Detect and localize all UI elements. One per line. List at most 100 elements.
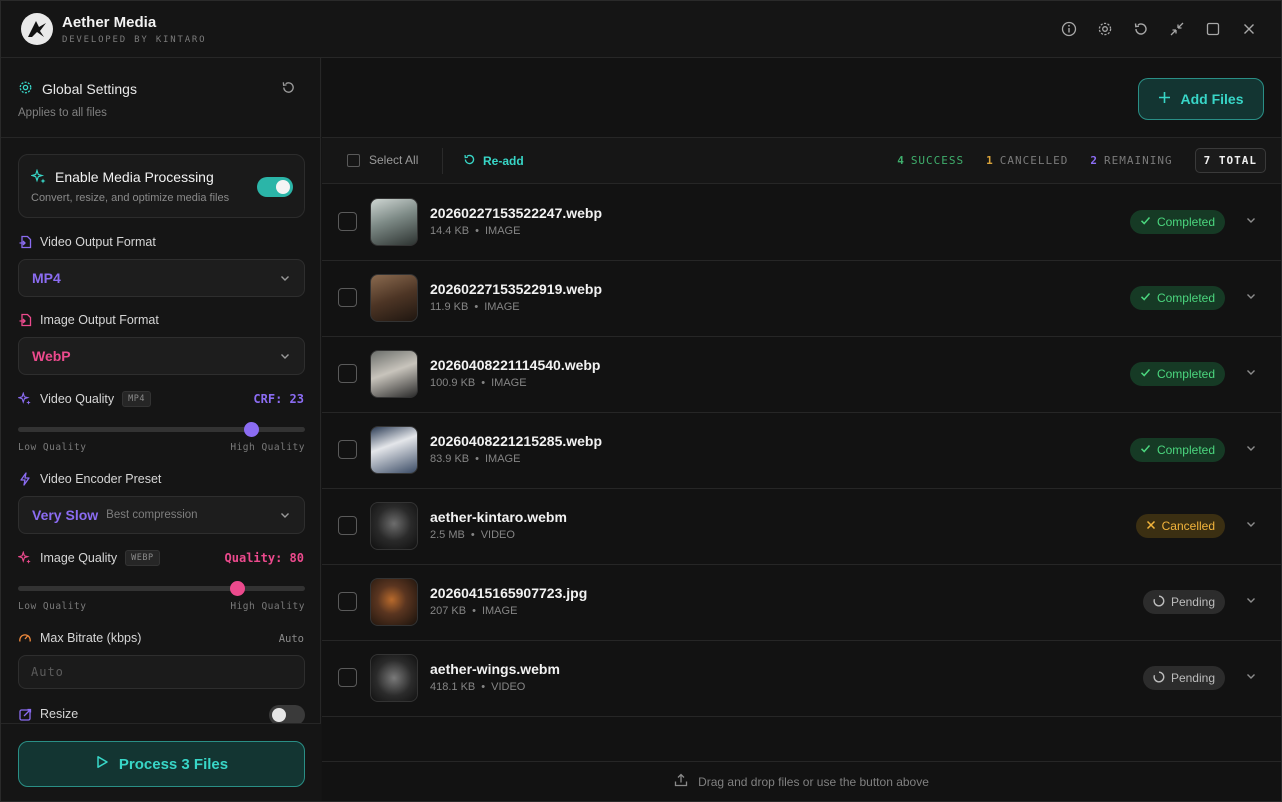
video-quality-slider[interactable] — [18, 422, 305, 437]
file-size: 418.1 KB — [430, 681, 476, 693]
window-controls — [1059, 18, 1259, 40]
file-checkbox[interactable] — [338, 364, 357, 383]
file-checkbox[interactable] — [338, 592, 357, 611]
high-quality-label: High Quality — [230, 601, 305, 612]
file-list: 20260227153522247.webp 14.4 KB • IMAGE Compl… — [322, 185, 1281, 717]
chevron-down-icon[interactable] — [1245, 290, 1257, 305]
chevron-down-icon[interactable] — [1245, 670, 1257, 685]
sparkles-icon — [29, 168, 47, 188]
file-checkbox[interactable] — [338, 440, 357, 459]
file-type: IMAGE — [491, 377, 527, 389]
status-badge: Cancelled — [1135, 514, 1225, 538]
select-all-checkbox[interactable] — [347, 153, 360, 167]
stat-remaining: 2 REMAINING — [1090, 154, 1173, 167]
video-quality-label: Video Quality MP4 — [18, 391, 151, 407]
file-checkbox[interactable] — [338, 668, 357, 687]
gear-icon — [18, 80, 33, 98]
low-quality-label: Low Quality — [18, 601, 87, 612]
divider — [1, 137, 321, 138]
refresh-icon[interactable] — [1131, 18, 1151, 40]
file-toolbar: Select All Re-add 4 SUCCESS 1 CANCELLED 2R… — [322, 138, 1281, 184]
readd-button[interactable]: Re-add — [463, 153, 524, 169]
file-checkbox[interactable] — [338, 516, 357, 535]
file-checkbox[interactable] — [338, 212, 357, 231]
add-files-button[interactable]: Add Files — [1138, 78, 1264, 120]
check-icon — [1140, 443, 1151, 457]
image-quality-slider[interactable] — [18, 581, 305, 596]
video-quality-value: CRF: 23 — [253, 392, 304, 406]
chevron-down-icon[interactable] — [1245, 366, 1257, 381]
file-row[interactable]: 20260227153522247.webp 14.4 KB • IMAGE Compl… — [322, 185, 1281, 261]
status-label: Pending — [1170, 595, 1215, 609]
media-processing-card: Enable Media Processing Convert, resize,… — [18, 154, 305, 218]
dropzone-hint[interactable]: Drag and drop files or use the button ab… — [322, 761, 1281, 801]
file-size: 83.9 KB — [430, 453, 470, 465]
sparkles-icon — [18, 392, 32, 406]
image-quality-value: Quality: 80 — [224, 551, 304, 565]
chevron-down-icon[interactable] — [1245, 214, 1257, 229]
status-label: Completed — [1156, 367, 1215, 381]
info-icon[interactable] — [1059, 18, 1079, 40]
file-type: VIDEO — [480, 529, 515, 541]
status-label: Completed — [1156, 443, 1215, 457]
video-quality-text: Video Quality — [40, 392, 115, 406]
file-size: 207 KB — [430, 605, 467, 617]
video-output-format-value: MP4 — [32, 270, 61, 286]
file-name: 20260408221215285.webp — [430, 433, 603, 449]
encoder-preset-select[interactable]: Very Slow Best compression — [18, 496, 305, 534]
file-checkbox[interactable] — [338, 288, 357, 307]
chevron-down-icon — [279, 509, 291, 524]
image-quality-text: Image Quality — [40, 551, 118, 565]
gear-icon[interactable] — [1095, 18, 1115, 40]
close-icon[interactable] — [1239, 18, 1259, 40]
max-bitrate-text: Max Bitrate (kbps) — [40, 631, 142, 645]
file-thumbnail — [370, 274, 418, 322]
file-type: IMAGE — [485, 453, 521, 465]
file-row[interactable]: aether-kintaro.webm 2.5 MB • VIDEO Cancelled — [322, 489, 1281, 565]
check-icon — [1140, 215, 1151, 229]
video-quality-slider-thumb[interactable] — [243, 422, 259, 437]
global-settings-header: Global Settings — [18, 80, 137, 98]
image-output-format-select[interactable]: WebP — [18, 337, 305, 375]
file-row[interactable]: aether-wings.webm 418.1 KB • VIDEO Pending — [322, 641, 1281, 717]
file-row[interactable]: 20260415165907723.jpg 207 KB • IMAGE Pending — [322, 565, 1281, 641]
select-all[interactable]: Select All — [347, 153, 418, 167]
file-panel: Add Files Select All Re-add 4SUCCESS 1C — [322, 58, 1281, 801]
chevron-down-icon[interactable] — [1245, 518, 1257, 533]
max-bitrate-input[interactable] — [18, 655, 305, 689]
chevron-down-icon[interactable] — [1245, 594, 1257, 609]
video-output-format-text: Video Output Format — [40, 235, 156, 249]
file-name: 20260227153522247.webp — [430, 205, 603, 221]
maximize-icon[interactable] — [1203, 18, 1223, 40]
reset-settings-icon[interactable] — [281, 80, 296, 98]
app-title: Aether Media — [62, 14, 157, 31]
media-processing-title: Enable Media Processing — [55, 169, 214, 185]
file-meta: 2.5 MB • VIDEO — [430, 529, 515, 541]
video-output-format-select[interactable]: MP4 — [18, 259, 305, 297]
file-output-icon — [18, 235, 32, 249]
app-subtitle: DEVELOPED BY KINTARO — [62, 35, 207, 45]
status-label: Cancelled — [1161, 519, 1215, 533]
chevron-down-icon — [279, 272, 291, 287]
check-icon — [1140, 367, 1151, 381]
stat-total: 7 TOTAL — [1194, 148, 1266, 173]
resize-icon — [18, 707, 32, 721]
select-all-label: Select All — [369, 153, 419, 167]
process-files-button[interactable]: Process 3 Files — [18, 741, 305, 787]
file-output-icon — [18, 313, 32, 327]
resize-toggle[interactable] — [269, 705, 305, 725]
file-row[interactable]: 20260408221114540.webp 100.9 KB • IMAGE Comp… — [322, 337, 1281, 413]
file-type: IMAGE — [485, 225, 521, 237]
file-meta: 14.4 KB • IMAGE — [430, 225, 521, 237]
collapse-icon[interactable] — [1167, 18, 1187, 40]
file-row[interactable]: 20260408221215285.webp 83.9 KB • IMAGE Compl… — [322, 413, 1281, 489]
lightning-icon — [18, 472, 32, 486]
status-badge: Completed — [1129, 210, 1225, 234]
stat-cancelled: 1 CANCELLED — [986, 154, 1069, 167]
chevron-down-icon[interactable] — [1245, 442, 1257, 457]
image-quality-slider-thumb[interactable] — [230, 581, 246, 596]
media-processing-toggle[interactable] — [257, 177, 293, 197]
video-quality-tag: MP4 — [122, 391, 151, 407]
app-logo — [21, 13, 53, 45]
file-row[interactable]: 20260227153522919.webp 11.9 KB • IMAGE Compl… — [322, 261, 1281, 337]
